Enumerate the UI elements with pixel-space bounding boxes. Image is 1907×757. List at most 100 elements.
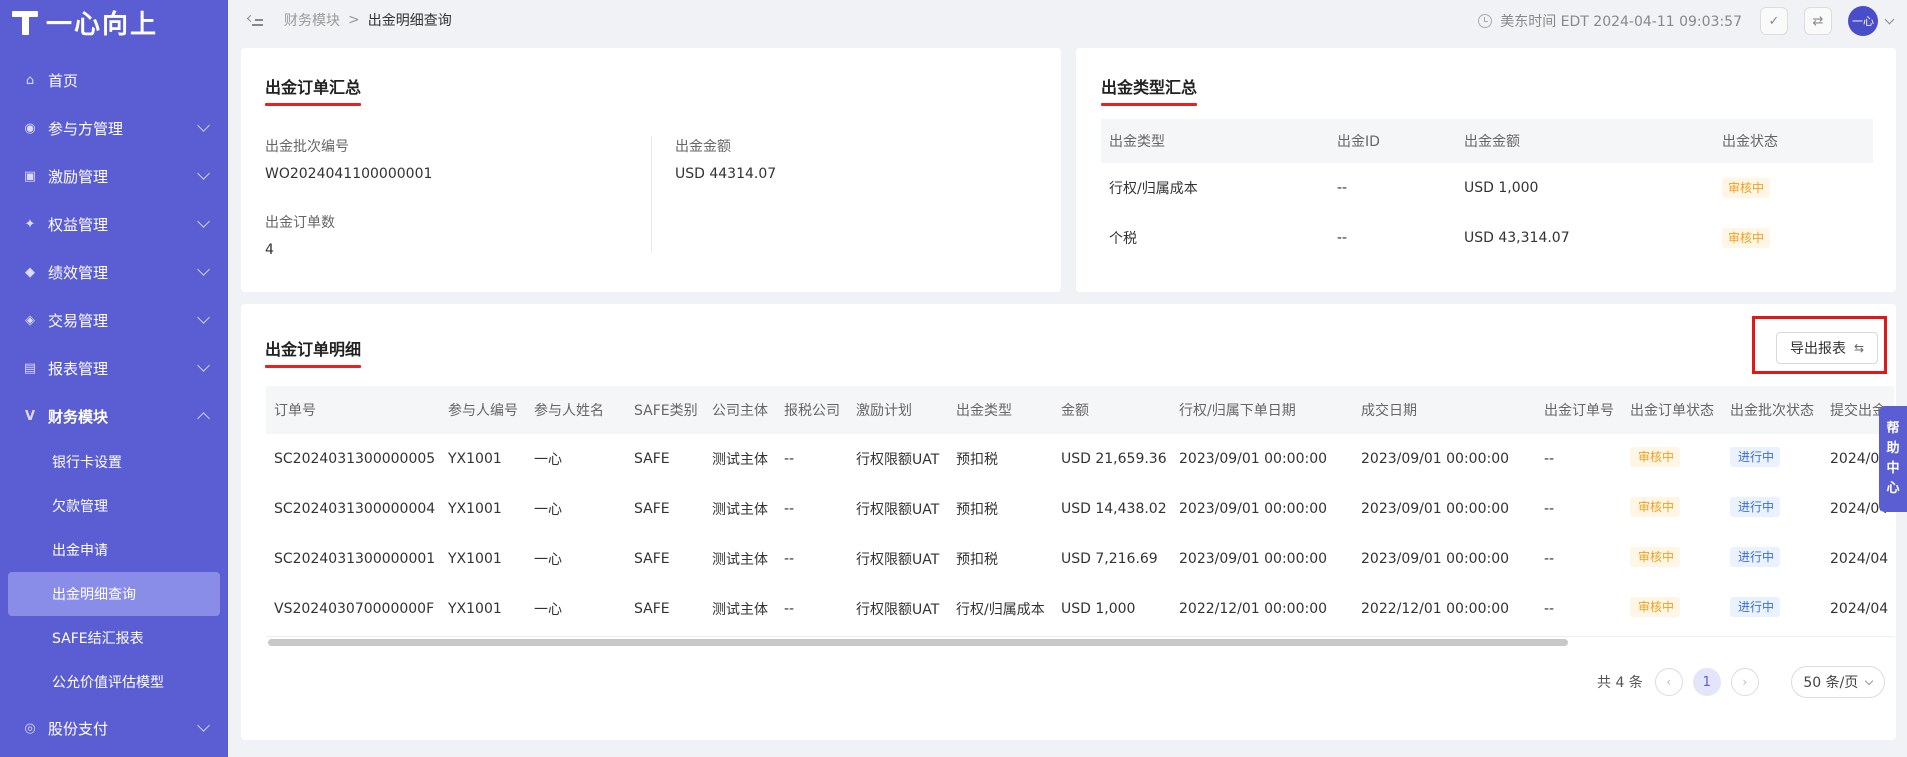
pagination-total: 共 4 条 [1597, 675, 1643, 691]
table-cell: -- [784, 501, 795, 517]
table-cell: YX1001 [448, 451, 502, 467]
sidebar-item-label: 交易管理 [48, 311, 109, 330]
status-cell: 审核中 [1714, 178, 1864, 198]
top-right-tools: 美东时间 EDT 2024-04-11 09:03:57 ✓ ⇄ 一心 [1478, 6, 1895, 36]
help-center-tab[interactable]: 帮助中心 [1879, 406, 1907, 512]
table-cell: 行权限额UAT [856, 602, 940, 618]
scrollbar-thumb[interactable] [268, 639, 1568, 646]
table-cell: -- [1544, 451, 1555, 467]
report-icon: ▤ [23, 360, 37, 376]
sidebar-subitem[interactable]: 出金申请 [0, 528, 228, 572]
table-cell: 测试主体 [712, 502, 768, 518]
status-badge: 审核中 [1630, 547, 1681, 567]
sidebar-item[interactable]: ▣ 激励管理 [0, 152, 228, 200]
page-size-select[interactable]: 50 条/页 [1790, 666, 1885, 698]
help-center-label: 心 [1886, 481, 1900, 496]
sidebar-item[interactable]: ◎ 股份支付 [0, 704, 228, 752]
sidebar-item[interactable]: ◆ 绩效管理 [0, 248, 228, 296]
table-cell: 2023/09/01 00:00:00 [1179, 551, 1328, 567]
chevron-down-icon [197, 215, 210, 228]
sidebar-item-label: 首页 [48, 71, 79, 90]
trade-icon: ◈ [25, 312, 35, 328]
sidebar-subitem[interactable]: 欠款管理 [0, 484, 228, 528]
table-cell: SC2024031300000004 [274, 501, 436, 517]
sidebar-item[interactable]: ▤ 报表管理 [0, 344, 228, 392]
status-cell: 审核中 [1622, 547, 1722, 571]
collapse-menu-icon[interactable] [246, 13, 264, 27]
order-summary-card: 出金订单汇总 出金批次编号 WO2024041100000001 出金订单数 4… [241, 48, 1061, 292]
next-page-button[interactable]: › [1730, 668, 1759, 696]
equity-icon: ✦ [24, 216, 36, 232]
status-badge: 审核中 [1630, 497, 1681, 517]
table-cell: 2023/09/01 00:00:00 [1361, 551, 1510, 567]
sidebar-subitem[interactable]: SAFE结汇报表 [0, 616, 228, 660]
chevron-up-icon [197, 412, 210, 425]
sidebar-item-label: 股份支付 [48, 719, 109, 738]
sidebar-item-label: 报表管理 [48, 359, 109, 378]
table-row: 行权/归属成本 -- USD 1,000 审核中 [1101, 163, 1873, 213]
sidebar-item[interactable]: ◈ 交易管理 [0, 296, 228, 344]
order-summary-title: 出金订单汇总 [265, 74, 362, 106]
status-cell: 审核中 [1622, 447, 1722, 471]
incentive-icon: ▣ [23, 168, 37, 184]
home-icon: ⌂ [25, 72, 35, 88]
avatar[interactable]: 一心 [1848, 6, 1878, 36]
table-cell: YX1001 [448, 601, 502, 617]
table-cell: -- [784, 451, 795, 467]
order-detail-table: 订单号 参与人编号 参与人姓名 SAFE类别 公司主体 报税公司 激励计划 出金类型 金额 行权/… [266, 386, 1894, 634]
horizontal-scrollbar[interactable] [266, 636, 1894, 646]
breadcrumb: 财务模块 > 出金明细查询 [284, 10, 452, 30]
table-cell: SAFE [634, 501, 670, 517]
app-logo[interactable]: 一心向上 [0, 0, 228, 44]
column-header: 激励计划 [856, 403, 912, 419]
table-row: SC2024031300000004 YX1001 一心 SAFE 测试主体 -- 行权限额… [266, 484, 1894, 534]
sidebar-subitem[interactable]: 公允价值评估模型 [0, 660, 228, 704]
status-badge: 审核中 [1722, 228, 1771, 248]
performance-icon: ◆ [25, 264, 35, 280]
status-badge: 进行中 [1730, 597, 1781, 617]
column-header: 参与人编号 [448, 403, 518, 419]
column-header: 参与人姓名 [534, 403, 604, 419]
timezone-clock: 美东时间 EDT 2024-04-11 09:03:57 [1500, 14, 1742, 30]
translate-icon[interactable]: ⇄ [1804, 7, 1832, 35]
sidebar-item[interactable]: ◉ 参与方管理 [0, 104, 228, 152]
amount-value: USD 44314.07 [675, 166, 777, 182]
task-check-icon[interactable]: ✓ [1760, 7, 1788, 35]
sidebar-subitem[interactable]: 银行卡设置 [0, 440, 228, 484]
batch-no-label: 出金批次编号 [265, 139, 349, 155]
breadcrumb-item-finance[interactable]: 财务模块 [284, 10, 340, 30]
table-cell: -- [1544, 551, 1555, 567]
table-cell: 测试主体 [712, 452, 768, 468]
table-cell: 预扣税 [956, 452, 998, 468]
prev-page-button[interactable]: ‹ [1654, 668, 1683, 696]
divider [651, 136, 652, 252]
share-payment-icon: ◎ [24, 720, 36, 736]
table-header: 订单号 参与人编号 参与人姓名 SAFE类别 公司主体 报税公司 激励计划 出金类型 金额 行权/… [266, 386, 1894, 434]
sidebar-item[interactable]: ⌂ 首页 [0, 56, 228, 104]
export-report-button[interactable]: 导出报表 ⇆ [1776, 332, 1878, 364]
table-cell: USD 21,659.36 [1061, 451, 1167, 467]
table-cell: -- [1544, 501, 1555, 517]
table-row: SC2024031300000005 YX1001 一心 SAFE 测试主体 -- 行权限额… [266, 434, 1894, 484]
table-cell: -- [1544, 601, 1555, 617]
table-cell: 2023/09/01 00:00:00 [1361, 501, 1510, 517]
export-icon: ⇆ [1853, 341, 1865, 355]
table-cell: 行权限额UAT [856, 452, 940, 468]
page-number-button[interactable]: 1 [1692, 668, 1721, 696]
sidebar-item[interactable]: ✦ 权益管理 [0, 200, 228, 248]
sidebar-subitem[interactable]: 出金明细查询 [8, 572, 220, 616]
table-cell: 2023/09/01 00:00:00 [1179, 501, 1328, 517]
sidebar: 一心向上 ⌂ 首页 ◉ 参与方管理 ▣ 激励管理 ✦ 权益管理 ◆ 绩效管理 ◈ 交易管理 ▤ 报表管理 V… [0, 0, 228, 757]
table-cell: 2024/04 [1830, 601, 1889, 617]
status-cell: 进行中 [1722, 597, 1822, 621]
table-cell: YX1001 [448, 501, 502, 517]
sidebar-item[interactable]: V 财务模块 [0, 392, 228, 440]
table-row: VS202403070000000F YX1001 一心 SAFE 测试主体 -- 行权限额… [266, 584, 1894, 634]
table-row: SC2024031300000001 YX1001 一心 SAFE 测试主体 -- 行权限额… [266, 534, 1894, 584]
status-badge: 进行中 [1730, 497, 1781, 517]
chevron-down-icon[interactable] [1884, 14, 1895, 24]
table-cell: USD 14,438.02 [1061, 501, 1167, 517]
table-cell: 2023/09/01 00:00:00 [1361, 451, 1510, 467]
table-cell: SAFE [634, 551, 670, 567]
table-cell: 行权限额UAT [856, 552, 940, 568]
